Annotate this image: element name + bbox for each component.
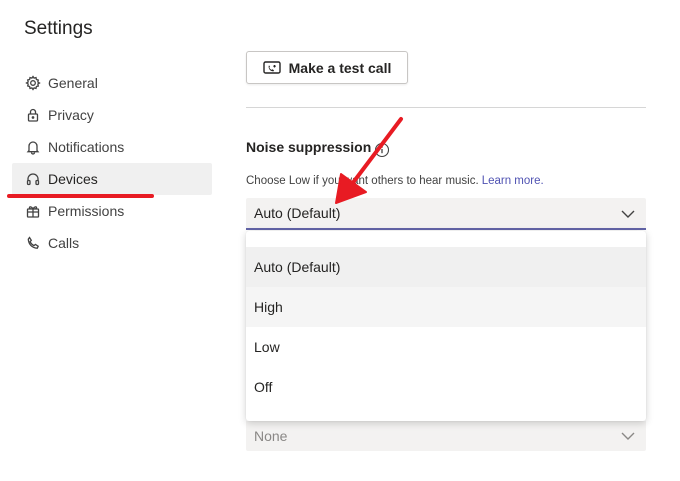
noise-suppression-dropdown: Auto (Default) High Low Off [246, 231, 646, 421]
noise-suppression-title: Noise suppression [246, 139, 372, 155]
headset-icon [24, 170, 42, 188]
option-high[interactable]: High [246, 287, 646, 327]
lock-icon [24, 106, 42, 124]
make-test-call-button[interactable]: Make a test call [246, 51, 408, 84]
select-value: None [254, 428, 288, 444]
make-test-call-label: Make a test call [288, 59, 392, 76]
hint-text: Choose Low if you want others to hear mu… [246, 175, 479, 187]
sidebar-item-calls[interactable]: Calls [12, 227, 212, 259]
bell-icon [24, 138, 42, 156]
phone-icon [24, 234, 42, 252]
section-divider [246, 107, 646, 108]
sidebar-item-label: General [48, 75, 98, 91]
sidebar-item-notifications[interactable]: Notifications [12, 131, 212, 163]
page-title: Settings [24, 18, 93, 39]
gift-icon [24, 202, 42, 220]
noise-suppression-hint: Choose Low if you want others to hear mu… [246, 175, 544, 187]
chevron-down-icon [620, 429, 636, 445]
sidebar-item-permissions[interactable]: Permissions [12, 195, 212, 227]
option-low[interactable]: Low [246, 327, 646, 367]
gear-icon [24, 74, 42, 92]
secondary-device-select[interactable]: None [246, 421, 646, 451]
option-auto[interactable]: Auto (Default) [246, 247, 646, 287]
settings-window: Settings General Privacy Notifications D… [0, 0, 680, 481]
sidebar-item-privacy[interactable]: Privacy [12, 99, 212, 131]
sidebar-item-label: Permissions [48, 203, 125, 219]
info-icon[interactable] [374, 142, 390, 163]
annotation-underline [7, 194, 154, 198]
option-off[interactable]: Off [246, 367, 646, 407]
sidebar-item-label: Notifications [48, 139, 125, 155]
test-call-icon [262, 60, 281, 75]
learn-more-link[interactable]: Learn more. [482, 175, 544, 187]
sidebar-item-label: Calls [48, 235, 80, 251]
sidebar-item-general[interactable]: General [12, 67, 212, 99]
sidebar-item-label: Privacy [48, 107, 94, 123]
noise-suppression-select[interactable]: Auto (Default) [246, 198, 646, 230]
sidebar-item-label: Devices [48, 171, 98, 187]
chevron-down-icon [620, 207, 636, 223]
select-value: Auto (Default) [254, 205, 341, 221]
sidebar-item-devices[interactable]: Devices [12, 163, 212, 195]
